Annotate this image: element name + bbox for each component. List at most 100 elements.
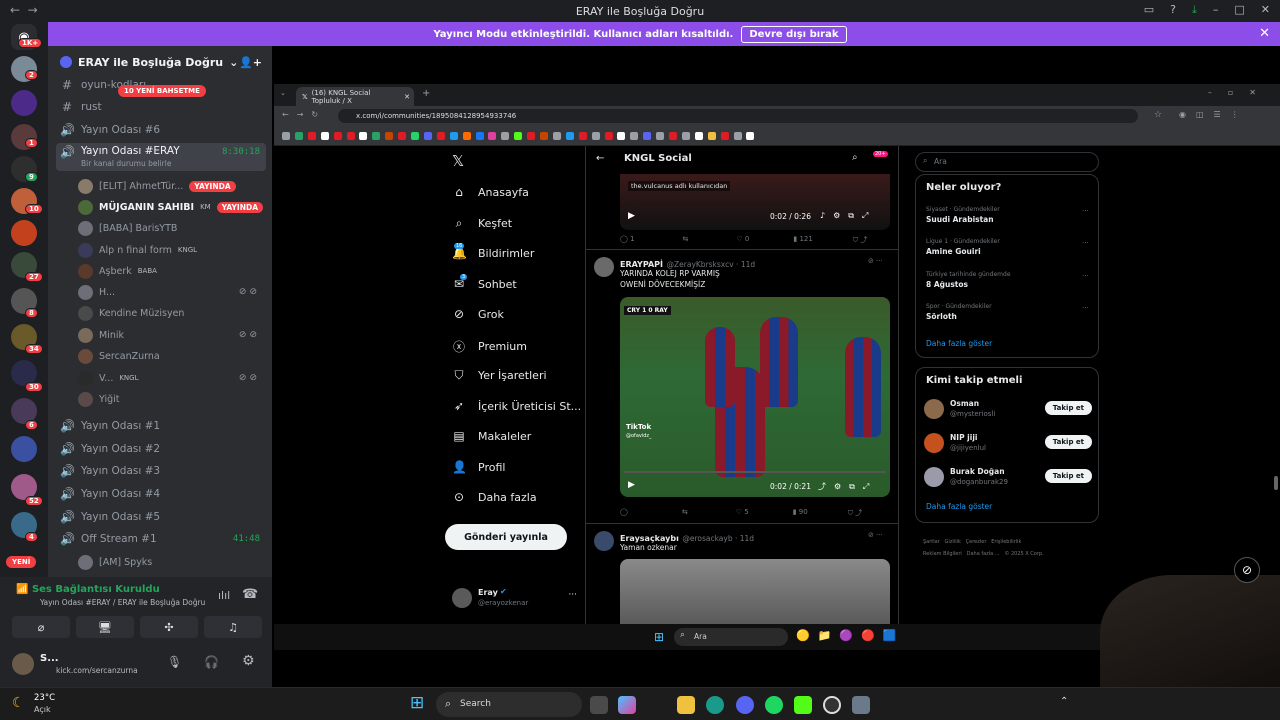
- bookmark-favicon-icon[interactable]: [359, 132, 368, 140]
- settings-icon[interactable]: [852, 696, 870, 714]
- close-icon[interactable]: ✕: [1261, 3, 1270, 17]
- avatar[interactable]: [12, 653, 34, 675]
- bookmark-star-icon[interactable]: ☆: [1154, 110, 1162, 120]
- weather-icon[interactable]: ☾: [12, 695, 25, 711]
- channel-yayin-6[interactable]: 🔊 Yayın Odası #6: [56, 120, 266, 140]
- add-member-icon[interactable]: 👤+: [239, 56, 262, 69]
- taskbar-search[interactable]: ⌕ Search: [436, 692, 582, 717]
- taskbar-app-icons[interactable]: 🟡📁🟣🔴🟦: [796, 629, 904, 642]
- server-icon[interactable]: [11, 220, 37, 246]
- banner-close-icon[interactable]: ✕: [1259, 26, 1270, 41]
- bookmark-favicon-icon[interactable]: [501, 132, 510, 140]
- bookmark-favicon-icon[interactable]: [540, 132, 548, 140]
- microphone-icon[interactable]: 🎙: [167, 655, 182, 669]
- bookmark-favicon-icon[interactable]: [411, 132, 419, 140]
- bookmark-favicon-icon[interactable]: [681, 132, 690, 140]
- extensions-icons[interactable]: ◉◫☰⋮: [1179, 110, 1249, 119]
- voice-user[interactable]: H... ⊘⊘: [78, 282, 266, 302]
- more-icon[interactable]: ···: [1082, 207, 1089, 215]
- trend-item[interactable]: Siyaset · Gündemdekiler Suudi Arabistan: [926, 206, 1000, 224]
- reply-icon[interactable]: ◯ 1: [620, 235, 635, 245]
- footer-link[interactable]: Gizlilik: [945, 539, 961, 545]
- gear-icon[interactable]: ⚙: [242, 653, 255, 669]
- video-player[interactable]: CRY 1 0 RAY TikTok @ofavidz_ ▶ 0:02 / 0:…: [620, 297, 890, 497]
- voice-user[interactable]: [ELIT] AhmetTür... YAYINDA: [78, 176, 266, 196]
- guild-header[interactable]: ERAY ile Boşluğa Doğru ⌄ 👤+: [48, 46, 272, 78]
- bookmark-favicon-icon[interactable]: [552, 132, 561, 140]
- bookmark-favicon-icon[interactable]: [643, 132, 652, 140]
- inbox-icon[interactable]: ▭: [1144, 3, 1154, 17]
- footer-link[interactable]: Erişilebilirlik: [991, 539, 1021, 545]
- bookmark-share-icons[interactable]: ⛉ ⤴: [853, 235, 867, 245]
- more-icon[interactable]: ···: [1082, 272, 1089, 280]
- share-screen-button[interactable]: 🖥: [76, 616, 134, 638]
- bookmark-favicon-icon[interactable]: [462, 132, 471, 140]
- channel-yayin-3[interactable]: 🔊 Yayın Odası #3: [56, 461, 266, 481]
- tab-search-icon[interactable]: ⌄: [280, 89, 286, 97]
- minimize-icon[interactable]: –: [1213, 3, 1219, 17]
- back-arrow-icon[interactable]: ←: [596, 153, 604, 164]
- play-icon[interactable]: ▶: [628, 211, 635, 221]
- browser-window-controls[interactable]: –▫✕: [1208, 88, 1272, 97]
- bookmark-favicon-icon[interactable]: [578, 132, 587, 140]
- tab-close-icon[interactable]: ✕: [404, 93, 410, 101]
- start-icon[interactable]: ⊞: [410, 693, 424, 713]
- reply-icon[interactable]: ◯: [620, 508, 628, 518]
- inner-search-input[interactable]: ⌕ Ara: [674, 628, 788, 646]
- bookmark-favicon-icon[interactable]: [669, 132, 677, 140]
- trend-item[interactable]: Spor · Gündemdekiler Sörloth: [926, 303, 992, 321]
- nav-creator-studio[interactable]: ➶ İçerik Üreticisi St...: [452, 399, 581, 413]
- activities-button[interactable]: ✣: [140, 616, 198, 638]
- bookmark-favicon-icon[interactable]: [307, 132, 316, 140]
- grok-icon[interactable]: ⊘ ···: [868, 257, 883, 265]
- search-input[interactable]: ⌕ Ara: [915, 152, 1099, 172]
- nav-buttons[interactable]: ←→↻: [282, 110, 326, 119]
- bookmark-favicon-icon[interactable]: [604, 132, 613, 140]
- avatar[interactable]: [594, 531, 614, 551]
- bookmark-favicon-icon[interactable]: [656, 132, 665, 140]
- nav-profile[interactable]: 👤 Profil: [452, 460, 505, 474]
- bookmark-favicon-icon[interactable]: [565, 132, 574, 140]
- file-explorer-icon[interactable]: [677, 696, 695, 714]
- page-scrollbar[interactable]: [1274, 476, 1278, 490]
- grok-icon[interactable]: ⊘ ···: [868, 531, 883, 539]
- new-mentions-pill[interactable]: 10 YENİ BAHSETME: [118, 85, 206, 97]
- x-logo-icon[interactable]: 𝕏: [452, 152, 464, 170]
- voice-user[interactable]: V... KNGL ⊘⊘: [78, 368, 266, 388]
- maximize-icon[interactable]: □: [1234, 3, 1244, 17]
- follow-button[interactable]: Takip et: [1044, 469, 1092, 483]
- nav-premium[interactable]: ⓧ Premium: [452, 338, 527, 355]
- copilot-icon[interactable]: [618, 696, 636, 714]
- channel-off-stream[interactable]: 🔊 Off Stream #1 41:48: [56, 529, 266, 549]
- bookmark-favicon-icon[interactable]: [385, 132, 394, 140]
- download-icon[interactable]: ⤓: [1192, 3, 1197, 17]
- footer-link[interactable]: Daha fazla ...: [967, 551, 1000, 557]
- disconnect-icon[interactable]: ☎: [242, 587, 258, 602]
- nav-articles[interactable]: ▤ Makaleler: [452, 429, 531, 443]
- kick-icon[interactable]: [794, 696, 812, 714]
- more-icon[interactable]: ···: [1082, 304, 1089, 312]
- help-icon[interactable]: ?: [1170, 3, 1176, 17]
- bookmark-favicon-icon[interactable]: [475, 132, 484, 140]
- voice-user[interactable]: Alp n final form KNGL: [78, 240, 266, 260]
- soundboard-button[interactable]: ♫: [204, 616, 262, 638]
- bookmark-favicon-icon[interactable]: [423, 132, 432, 140]
- bookmark-favicon-icon[interactable]: [398, 132, 407, 140]
- bookmark-favicon-icon[interactable]: [488, 132, 497, 140]
- bookmark-favicon-icon[interactable]: [720, 132, 729, 140]
- bookmark-favicon-icon[interactable]: [514, 132, 523, 140]
- bookmark-favicon-icon[interactable]: [617, 132, 626, 140]
- video-progress[interactable]: [624, 471, 886, 473]
- server-icon[interactable]: [11, 90, 37, 116]
- bookmark-favicon-icon[interactable]: [527, 132, 536, 140]
- avatar[interactable]: [594, 257, 614, 277]
- voice-user[interactable]: SercanZurna: [78, 346, 266, 366]
- bookmark-favicon-icon[interactable]: [591, 132, 600, 140]
- channel-yayin-eray[interactable]: 🔊 Yayın Odası #ERAY 8:30:18 Bir kanal du…: [56, 143, 266, 171]
- footer-link[interactable]: Şartlar: [923, 539, 940, 545]
- bookmark-favicon-icon[interactable]: [320, 132, 329, 140]
- nav-home[interactable]: ⌂ Anasayfa: [452, 185, 529, 199]
- channel-yayin-1[interactable]: 🔊 Yayın Odası #1: [56, 416, 266, 436]
- voice-user[interactable]: Kendine Müzisyen: [78, 303, 266, 323]
- edge-icon[interactable]: [706, 696, 724, 714]
